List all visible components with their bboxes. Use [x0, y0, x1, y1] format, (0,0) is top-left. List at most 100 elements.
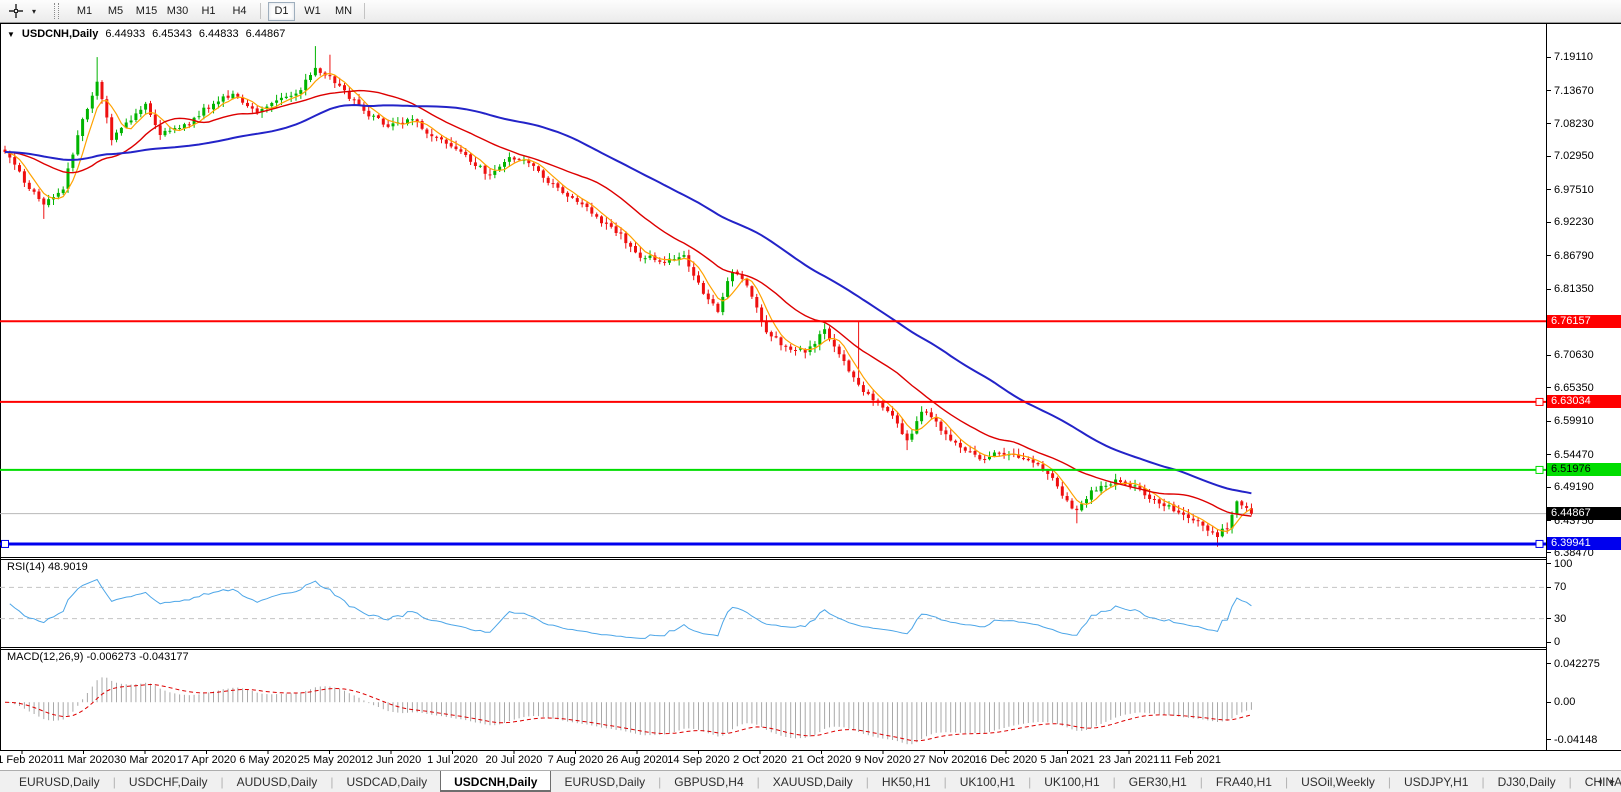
hline-handle-right-6.39941[interactable] — [1536, 540, 1543, 547]
price-tick-label: 6.97510 — [1554, 184, 1594, 196]
date-label: 21 Oct 2020 — [787, 754, 857, 766]
timeframe-button-m1[interactable]: M1 — [71, 2, 98, 21]
date-label: 11 Mar 2020 — [49, 754, 119, 766]
tab-scroll-left-button[interactable]: ◂ — [1593, 774, 1606, 789]
rsi-tick-label: 30 — [1554, 613, 1566, 625]
date-label: 17 Apr 2020 — [172, 754, 242, 766]
axis-tick-mark — [1547, 520, 1551, 521]
tab-scroll-buttons: ◂ ▸ — [1593, 774, 1619, 789]
date-label: 14 Sep 2020 — [664, 754, 734, 766]
axis-tick-mark — [1547, 454, 1551, 455]
tab-usdcad-daily[interactable]: USDCAD,Daily — [333, 771, 440, 792]
candles-group — [4, 46, 1253, 547]
axis-tick-mark — [1547, 563, 1551, 564]
axis-tick-mark — [1547, 663, 1551, 664]
axis-tick-mark — [1547, 702, 1551, 703]
macd-histogram — [5, 677, 1251, 744]
rsi-indicator-label: RSI(14) 48.9019 — [7, 561, 88, 573]
date-label: 1 Jul 2020 — [418, 754, 488, 766]
price-tick-label: 6.54470 — [1554, 449, 1594, 461]
timeframe-button-h4[interactable]: H4 — [226, 2, 253, 21]
timeframe-button-mn[interactable]: MN — [330, 2, 357, 21]
time-axis[interactable]: 21 Feb 202011 Mar 202030 Mar 202017 Apr … — [0, 752, 1547, 770]
quote-open: 6.44933 — [105, 28, 145, 40]
axis-tick-mark — [1547, 189, 1551, 190]
hline-price-tag-6.51976: 6.51976 — [1547, 463, 1621, 476]
axis-tick-mark — [1547, 222, 1551, 223]
axis-tick-mark — [1547, 90, 1551, 91]
tab-uk100-h1[interactable]: UK100,H1 — [947, 771, 1028, 792]
chart-collapse-icon[interactable]: ▼ — [7, 30, 15, 39]
toolbar-separator — [364, 3, 365, 19]
crosshair-tool-button[interactable] — [4, 2, 28, 21]
axis-tick-mark — [1547, 587, 1551, 588]
toolbar: ▾ M1M5M15M30H1H4 D1W1MN — [0, 0, 1621, 23]
timeframe-button-m30[interactable]: M30 — [164, 2, 191, 21]
current-price-tag: 6.44867 — [1547, 507, 1621, 520]
chart-symbol-label: USDCNH,Daily — [22, 28, 98, 40]
tab-eurusd-daily[interactable]: EURUSD,Daily — [551, 771, 658, 792]
tab-xauusd-daily[interactable]: XAUUSD,Daily — [760, 771, 866, 792]
rsi-tick-label: 0 — [1554, 636, 1560, 648]
macd-tick-label: -0.04148 — [1554, 734, 1597, 746]
date-label: 2 Oct 2020 — [725, 754, 795, 766]
rsi-tick-label: 70 — [1554, 581, 1566, 593]
macd-tick-label: 0.00 — [1554, 696, 1575, 708]
axis-tick-mark — [1547, 355, 1551, 356]
axis-tick-mark — [1547, 123, 1551, 124]
price-tick-label: 7.08230 — [1554, 118, 1594, 130]
axis-tick-mark — [1547, 552, 1551, 553]
axis-tick-mark — [1547, 618, 1551, 619]
timeframe-button-d1[interactable]: D1 — [268, 2, 295, 21]
macd-indicator-label: MACD(12,26,9) -0.006273 -0.043177 — [7, 651, 189, 663]
toolbar-grip-handle[interactable] — [54, 3, 59, 19]
tab-audusd-daily[interactable]: AUDUSD,Daily — [224, 771, 331, 792]
tab-usdcnh-daily[interactable]: USDCNH,Daily — [440, 771, 551, 792]
axis-tick-mark — [1547, 289, 1551, 290]
chart-title: ▼ USDCNH,Daily 6.44933 6.45343 6.44833 6… — [7, 28, 285, 40]
ma-slow-line — [5, 105, 1251, 493]
macd-tick-label: 0.042275 — [1554, 658, 1600, 670]
price-tick-label: 6.59910 — [1554, 415, 1594, 427]
macd-signal-line — [5, 685, 1251, 741]
price-tick-label: 6.86790 — [1554, 250, 1594, 262]
date-label: 30 Mar 2020 — [110, 754, 180, 766]
timeframe-button-m5[interactable]: M5 — [102, 2, 129, 21]
timeframe-button-h1[interactable]: H1 — [195, 2, 222, 21]
date-label: 5 Jan 2021 — [1033, 754, 1103, 766]
timeframe-button-group: M1M5M15M30H1H4 D1W1MN — [69, 2, 370, 21]
rsi-line — [10, 580, 1252, 639]
timeframe-button-w1[interactable]: W1 — [299, 2, 326, 21]
axis-tick-mark — [1547, 642, 1551, 643]
price-axis[interactable]: 7.191107.136707.082307.029506.975106.922… — [1547, 23, 1621, 751]
tab-usoil-weekly[interactable]: USOil,Weekly — [1288, 771, 1388, 792]
hline-handle-right-6.63034[interactable] — [1536, 398, 1543, 405]
tab-ger30-h1[interactable]: GER30,H1 — [1116, 771, 1200, 792]
price-tick-label: 7.02950 — [1554, 150, 1594, 162]
price-tick-label: 6.49190 — [1554, 481, 1594, 493]
timeframe-button-m15[interactable]: M15 — [133, 2, 160, 21]
tab-uk100-h1[interactable]: UK100,H1 — [1031, 771, 1112, 792]
tab-usdjpy-h1[interactable]: USDJPY,H1 — [1391, 771, 1481, 792]
tab-fra40-h1[interactable]: FRA40,H1 — [1203, 771, 1285, 792]
date-label: 12 Jun 2020 — [356, 754, 426, 766]
tab-gbpusd-h4[interactable]: GBPUSD,H4 — [661, 771, 756, 792]
price-chart-canvas[interactable] — [0, 23, 1621, 770]
price-tick-label: 6.65350 — [1554, 382, 1594, 394]
crosshair-icon — [9, 4, 23, 18]
quote-low: 6.44833 — [199, 28, 239, 40]
tab-bar: EURUSD,Daily|USDCHF,Daily|AUDUSD,Daily|U… — [0, 770, 1621, 792]
tab-dj30-daily[interactable]: DJ30,Daily — [1485, 771, 1569, 792]
price-tick-label: 7.19110 — [1554, 51, 1593, 63]
date-label: 6 May 2020 — [233, 754, 303, 766]
axis-tick-mark — [1547, 57, 1551, 58]
tab-eurusd-daily[interactable]: EURUSD,Daily — [6, 771, 113, 792]
tool-dropdown-arrow[interactable]: ▾ — [28, 7, 40, 16]
date-label: 7 Aug 2020 — [541, 754, 611, 766]
tab-usdchf-daily[interactable]: USDCHF,Daily — [116, 771, 221, 792]
hline-handle-left-6.39941[interactable] — [2, 540, 9, 547]
hline-handle-right-6.51976[interactable] — [1536, 466, 1543, 473]
date-label: 27 Nov 2020 — [910, 754, 980, 766]
tab-hk50-h1[interactable]: HK50,H1 — [869, 771, 944, 792]
tab-scroll-right-button[interactable]: ▸ — [1606, 774, 1619, 789]
